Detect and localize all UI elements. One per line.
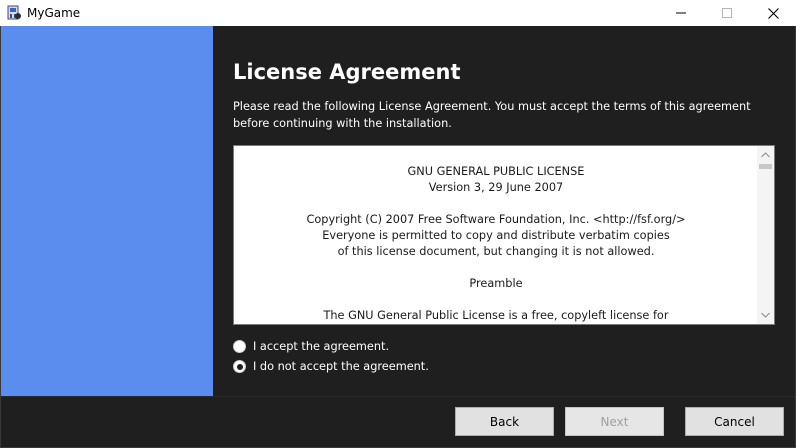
decline-label[interactable]: I do not accept the agreement. <box>253 360 429 373</box>
footer-divider <box>1 396 795 397</box>
license-line: Version 3, 29 June 2007 <box>428 181 564 194</box>
accept-label[interactable]: I accept the agreement. <box>253 340 389 353</box>
back-button[interactable]: Back <box>455 407 554 436</box>
license-line: of this license document, but changing i… <box>337 245 655 258</box>
license-line-blank <box>234 292 758 308</box>
radio-selected-dot <box>236 363 243 370</box>
page-title: License Agreement <box>233 60 461 84</box>
license-line: Copyright (C) 2007 Free Software Foundat… <box>306 213 686 226</box>
close-icon <box>767 7 779 19</box>
license-line-blank <box>234 196 758 212</box>
cancel-button[interactable]: Cancel <box>685 407 784 436</box>
accept-radio[interactable] <box>233 340 246 353</box>
title-bar: MyGame <box>0 0 796 26</box>
license-line: The GNU General Public License is a free… <box>323 309 669 322</box>
wizard-sidebar-banner <box>1 26 213 396</box>
chevron-up-icon <box>761 152 770 158</box>
maximize-button[interactable] <box>704 0 750 26</box>
scroll-thumb[interactable] <box>759 164 772 169</box>
minimize-button[interactable] <box>658 0 704 26</box>
page-description: Please read the following License Agreem… <box>233 100 751 130</box>
license-line: Everyone is permitted to copy and distri… <box>322 229 670 242</box>
installer-disk-icon <box>6 5 22 21</box>
maximize-icon <box>722 8 732 18</box>
minimize-icon <box>676 12 686 14</box>
chevron-down-icon <box>761 312 770 318</box>
next-button[interactable]: Next <box>565 407 664 436</box>
wizard-page: License Agreement Please read the follow… <box>213 26 795 396</box>
license-text-box[interactable]: GNU GENERAL PUBLIC LICENSE Version 3, 29… <box>233 145 775 325</box>
window-title: MyGame <box>27 6 81 20</box>
license-line: Preamble <box>469 277 523 290</box>
accept-option[interactable]: I accept the agreement. <box>233 340 389 353</box>
license-line-blank <box>234 260 758 276</box>
scroll-up-button[interactable] <box>757 147 774 163</box>
scroll-down-button[interactable] <box>757 307 774 323</box>
license-line: GNU GENERAL PUBLIC LICENSE <box>407 165 585 178</box>
decline-option[interactable]: I do not accept the agreement. <box>233 360 429 373</box>
license-scrollbar[interactable] <box>757 146 774 324</box>
decline-radio[interactable] <box>233 360 246 373</box>
close-button[interactable] <box>750 0 796 26</box>
license-text: GNU GENERAL PUBLIC LICENSE Version 3, 29… <box>234 164 758 324</box>
